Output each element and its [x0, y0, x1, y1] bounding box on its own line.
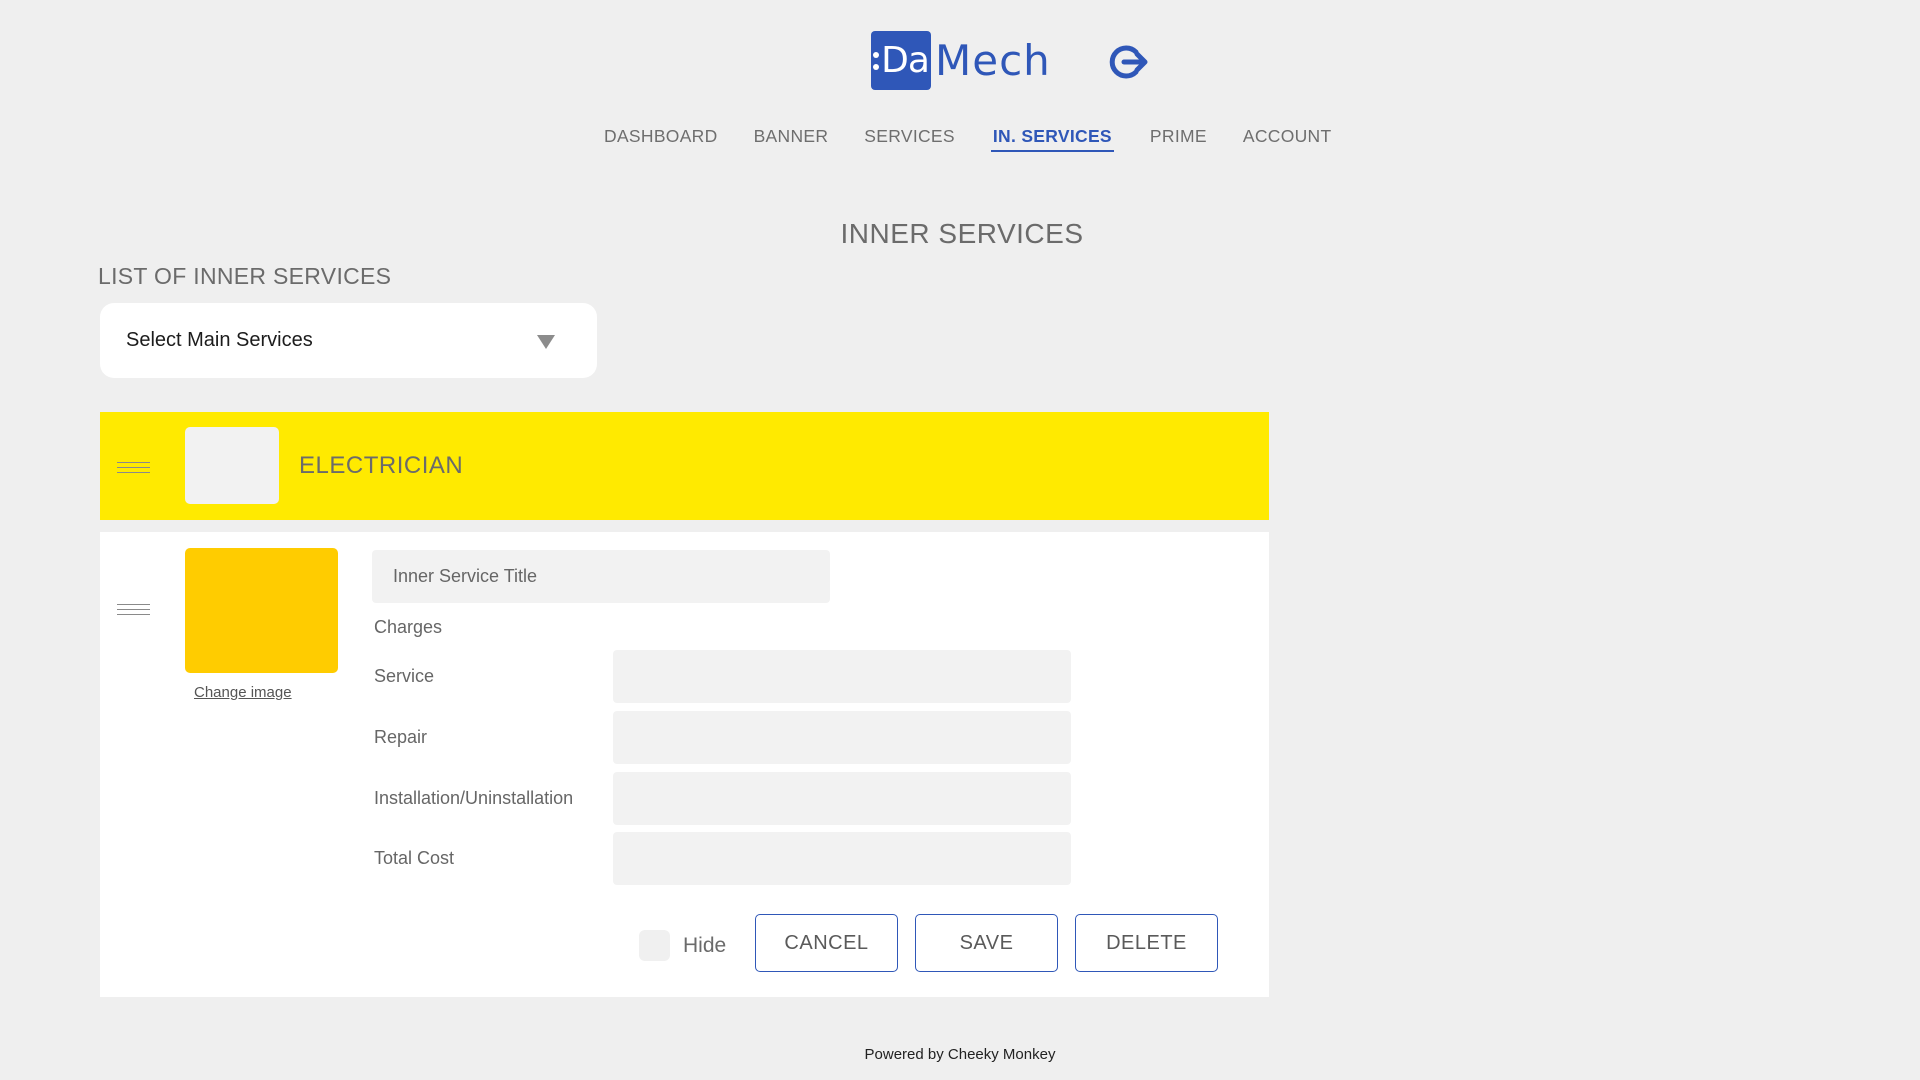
- cancel-button[interactable]: CANCEL: [755, 914, 898, 972]
- charge-label: Installation/Uninstallation: [374, 788, 574, 808]
- logo-dots-icon: [873, 51, 880, 70]
- list-title: LIST OF INNER SERVICES: [98, 263, 392, 289]
- logo-mark-text: Da: [881, 40, 930, 81]
- charge-row-total-cost: Total Cost: [374, 832, 1074, 885]
- main-nav: DASHBOARD BANNER SERVICES IN. SERVICES P…: [604, 126, 1331, 152]
- service-charge-input[interactable]: [613, 650, 1071, 703]
- drag-handle-icon[interactable]: [117, 462, 150, 476]
- charges-label: Charges: [374, 617, 443, 637]
- charge-row-installation: Installation/Uninstallation: [374, 772, 1074, 825]
- charge-label: Total Cost: [374, 848, 455, 868]
- dropdown-arrow-icon: [537, 335, 555, 349]
- nav-prime[interactable]: PRIME: [1150, 126, 1207, 152]
- repair-charge-input[interactable]: [613, 711, 1071, 764]
- charge-label: Service: [374, 666, 435, 686]
- footer-credit: Powered by Cheeky Monkey: [864, 1046, 1056, 1063]
- nav-account[interactable]: ACCOUNT: [1243, 126, 1332, 152]
- nav-inner-services[interactable]: IN. SERVICES: [990, 126, 1114, 152]
- damech-logo[interactable]: Da Mech: [871, 31, 1051, 90]
- logout-icon[interactable]: [1106, 42, 1150, 82]
- nav-dashboard[interactable]: DASHBOARD: [604, 126, 718, 152]
- select-value: Select Main Services: [126, 329, 313, 351]
- logo-mark: Da: [871, 31, 931, 90]
- total-cost-input[interactable]: [613, 832, 1071, 885]
- nav-services[interactable]: SERVICES: [864, 126, 955, 152]
- hide-checkbox[interactable]: [639, 930, 670, 961]
- save-button[interactable]: SAVE: [915, 914, 1058, 972]
- hide-label: Hide: [683, 934, 727, 957]
- inner-service-title-input[interactable]: [372, 550, 830, 603]
- nav-banner[interactable]: BANNER: [754, 126, 829, 152]
- page-title: INNER SERVICES: [840, 218, 1084, 249]
- main-services-select[interactable]: Select Main Services: [100, 303, 597, 378]
- header: Da Mech DASHBOARD BANNER SERVICES IN. SE…: [0, 0, 1920, 160]
- delete-button[interactable]: DELETE: [1075, 914, 1218, 972]
- service-image: [185, 548, 338, 673]
- category-name: ELECTRICIAN: [299, 452, 464, 479]
- category-row-electrician[interactable]: ELECTRICIAN: [100, 412, 1269, 520]
- charge-row-service: Service: [374, 650, 1074, 703]
- drag-handle-icon[interactable]: [117, 604, 150, 618]
- charge-row-repair: Repair: [374, 711, 1074, 764]
- change-image-link[interactable]: Change image: [194, 684, 292, 701]
- logo-text: Mech: [935, 36, 1051, 85]
- charge-label: Repair: [374, 727, 428, 747]
- installation-charge-input[interactable]: [613, 772, 1071, 825]
- category-thumbnail: [185, 427, 279, 504]
- inner-service-editor: Change image Charges Service Repair Inst…: [100, 532, 1269, 997]
